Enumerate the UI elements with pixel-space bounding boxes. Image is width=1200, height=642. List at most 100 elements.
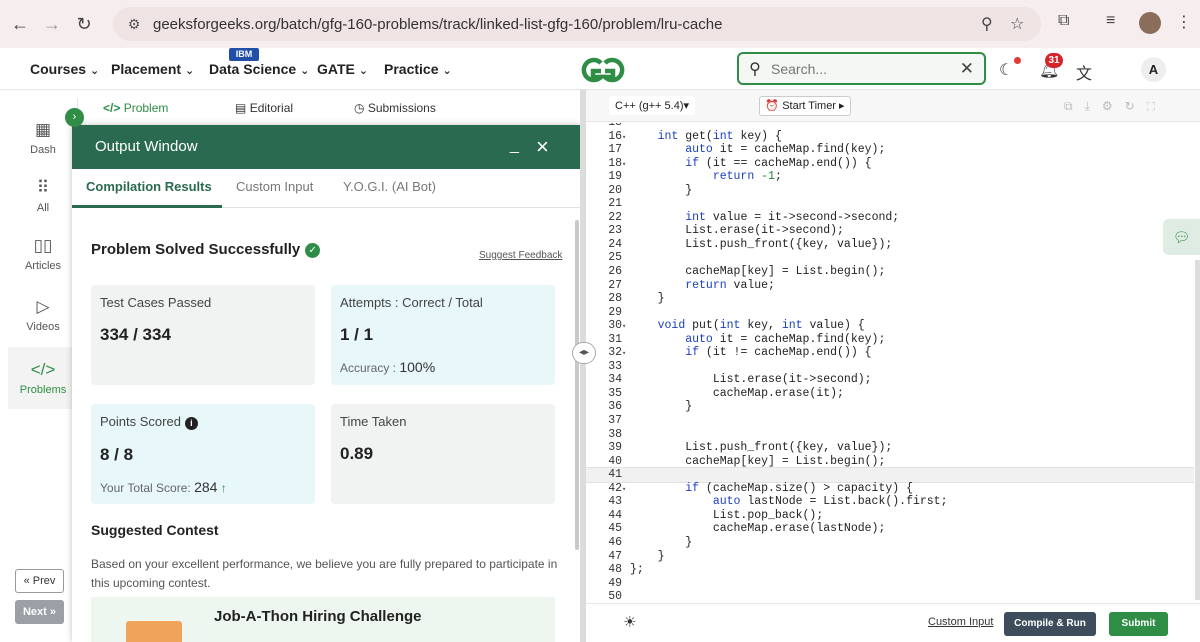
menu-data-science[interactable]: Data Science ⌄ [209, 61, 309, 77]
code-text: if (it == cacheMap.end()) { [685, 156, 872, 170]
code-text: } [630, 183, 693, 197]
tab-problem[interactable]: </> Problem [103, 101, 168, 115]
user-avatar[interactable]: A [1141, 57, 1166, 82]
accuracy-label: Accuracy : [340, 361, 397, 375]
play-circle-icon: ▸ [839, 100, 845, 112]
editor-header: C++ (g++ 5.4)▾ ⏰ Start Timer ▸ ⧉⤓⚙↻⛶ [586, 90, 1200, 122]
card-time-taken: Time Taken 0.89 [331, 404, 555, 504]
media-icon[interactable]: ≡ [1106, 12, 1115, 30]
line-number: 39 [608, 441, 622, 455]
line-number: 26 [608, 265, 622, 279]
rail-item-dash[interactable]: ▦ Dash [8, 120, 78, 156]
search-icon: ⚲ [749, 60, 761, 78]
next-button[interactable]: Next » [15, 600, 64, 624]
book-icon: ▯▯ [33, 236, 53, 255]
tab-submissions[interactable]: ◷ Submissions [354, 101, 436, 115]
code-text: int value = it->second->second; [685, 210, 900, 224]
chevron-right-icon[interactable]: › [65, 108, 84, 127]
submit-button[interactable]: Submit [1109, 612, 1168, 636]
lightbulb-icon[interactable]: ☀ [623, 613, 636, 631]
custom-input-link[interactable]: Custom Input [928, 616, 993, 628]
card-points: Points Scored i 8 / 8 Your Total Score: 2… [91, 404, 315, 504]
contest-title: Job-A-Thon Hiring Challenge [214, 608, 422, 625]
suggest-feedback-link[interactable]: Suggest Feedback [479, 250, 562, 261]
editor-scrollbar[interactable] [1195, 260, 1200, 600]
rail-item-all[interactable]: ⠿ All [8, 178, 78, 214]
tab-label: Problem [123, 101, 169, 115]
start-timer-button[interactable]: ⏰ Start Timer ▸ [759, 96, 851, 116]
accuracy-row: Accuracy : 100% [340, 359, 546, 375]
clear-search-icon[interactable]: ✕ [960, 59, 974, 79]
extensions-icon[interactable]: ⧉ [1058, 12, 1069, 30]
contest-card[interactable]: Job-A-Thon Hiring Challenge [91, 597, 555, 642]
search-input[interactable] [771, 60, 951, 77]
browser-profile-avatar[interactable] [1139, 12, 1161, 34]
gfg-logo-icon[interactable] [574, 54, 632, 86]
chat-icon[interactable]: 💬︎ [1163, 219, 1200, 255]
menu-label: GATE [317, 61, 355, 77]
tab-label: Submissions [367, 101, 436, 115]
code-line: 25 [586, 251, 1194, 265]
compile-run-button[interactable]: Compile & Run [1004, 612, 1096, 636]
code-line: 23 List.erase(it->second); [586, 224, 1194, 238]
close-icon[interactable]: × [536, 134, 549, 160]
line-number: 29 [608, 305, 622, 319]
address-bar[interactable]: ⚙ geeksforgeeks.org/batch/gfg-160-proble… [113, 7, 1041, 41]
chevron-down-icon: ⌄ [442, 65, 452, 77]
translate-icon[interactable]: 文 [1076, 60, 1092, 84]
output-scrollbar[interactable] [575, 220, 579, 550]
menu-gate[interactable]: GATE ⌄ [317, 61, 368, 77]
tab-custom-input[interactable]: Custom Input [236, 179, 313, 194]
editor-tools[interactable]: ⧉⤓⚙↻⛶ [1064, 99, 1167, 114]
dark-mode-icon[interactable]: ☾ [999, 60, 1013, 80]
menu-placement[interactable]: Placement ⌄ [111, 61, 194, 77]
code-line: 40 cacheMap[key] = List.begin(); [586, 455, 1194, 469]
rail-item-videos[interactable]: ▷ Videos [8, 297, 78, 333]
line-number: 36 [608, 400, 622, 414]
info-icon[interactable]: i [184, 417, 198, 430]
rail-label: Videos [26, 321, 60, 333]
tab-yogi-ai-bot[interactable]: Y.O.G.I. (AI Bot) [343, 179, 436, 194]
back-icon[interactable]: ← [4, 14, 36, 35]
line-number: 24 [608, 237, 622, 251]
code-text: List.push_front({key, value}); [630, 441, 893, 455]
bookmark-star-icon[interactable]: ☆ [1010, 14, 1024, 34]
code-editor[interactable]: 1516▾ int get(int key) {17 auto it = cac… [586, 123, 1194, 603]
rail-item-articles[interactable]: ▯▯ Articles [8, 236, 78, 272]
rail-item-problems[interactable]: </> Problems [8, 347, 78, 409]
code-text: } [630, 292, 665, 306]
site-info-icon[interactable]: ⚙ [119, 16, 149, 33]
menu-courses[interactable]: Courses ⌄ [30, 61, 99, 77]
browser-menu-icon[interactable]: ⋮ [1176, 12, 1192, 32]
tab-editorial[interactable]: ▤ Editorial [235, 101, 293, 115]
card-attempts: Attempts : Correct / Total 1 / 1 Accurac… [331, 285, 555, 385]
tab-label: Editorial [249, 101, 294, 115]
menu-label: Data Science [209, 61, 297, 77]
code-line: 19 return -1; [586, 170, 1194, 184]
code-icon: </> [30, 360, 56, 379]
code-text: }; [630, 563, 644, 577]
suggested-contest-desc: Based on your excellent performance, we … [91, 557, 558, 590]
status-dot [1014, 57, 1021, 64]
language-select[interactable]: C++ (g++ 5.4)▾ [609, 96, 696, 115]
tab-compilation-results[interactable]: Compilation Results [86, 179, 212, 194]
line-number: 25 [608, 251, 622, 265]
code-text: auto lastNode = List.back().first; [712, 495, 948, 509]
resize-handle-icon[interactable]: ◂▸ [572, 342, 596, 364]
reload-icon[interactable]: ↻ [68, 14, 100, 35]
code-text: cacheMap[key] = List.begin(); [630, 454, 886, 468]
code-line: 36 } [586, 400, 1194, 414]
notification-count-badge: 31 [1045, 53, 1063, 68]
problem-tabs: </> Problem ▤ Editorial ◷ Submissions [78, 92, 580, 124]
search-box[interactable]: ⚲ ✕ [737, 52, 986, 85]
menu-practice[interactable]: Practice ⌄ [384, 61, 452, 77]
chevron-down-icon: ⌄ [300, 65, 310, 77]
forward-icon[interactable]: → [36, 14, 68, 35]
zoom-icon[interactable]: ⚲ [981, 14, 993, 34]
code-text: } [630, 535, 693, 549]
line-number: 47 [608, 549, 622, 563]
minimize-icon[interactable]: _ [510, 137, 519, 155]
line-number: 22 [608, 210, 622, 224]
prev-button[interactable]: « Prev [15, 569, 64, 593]
line-number: 19 [608, 170, 622, 184]
